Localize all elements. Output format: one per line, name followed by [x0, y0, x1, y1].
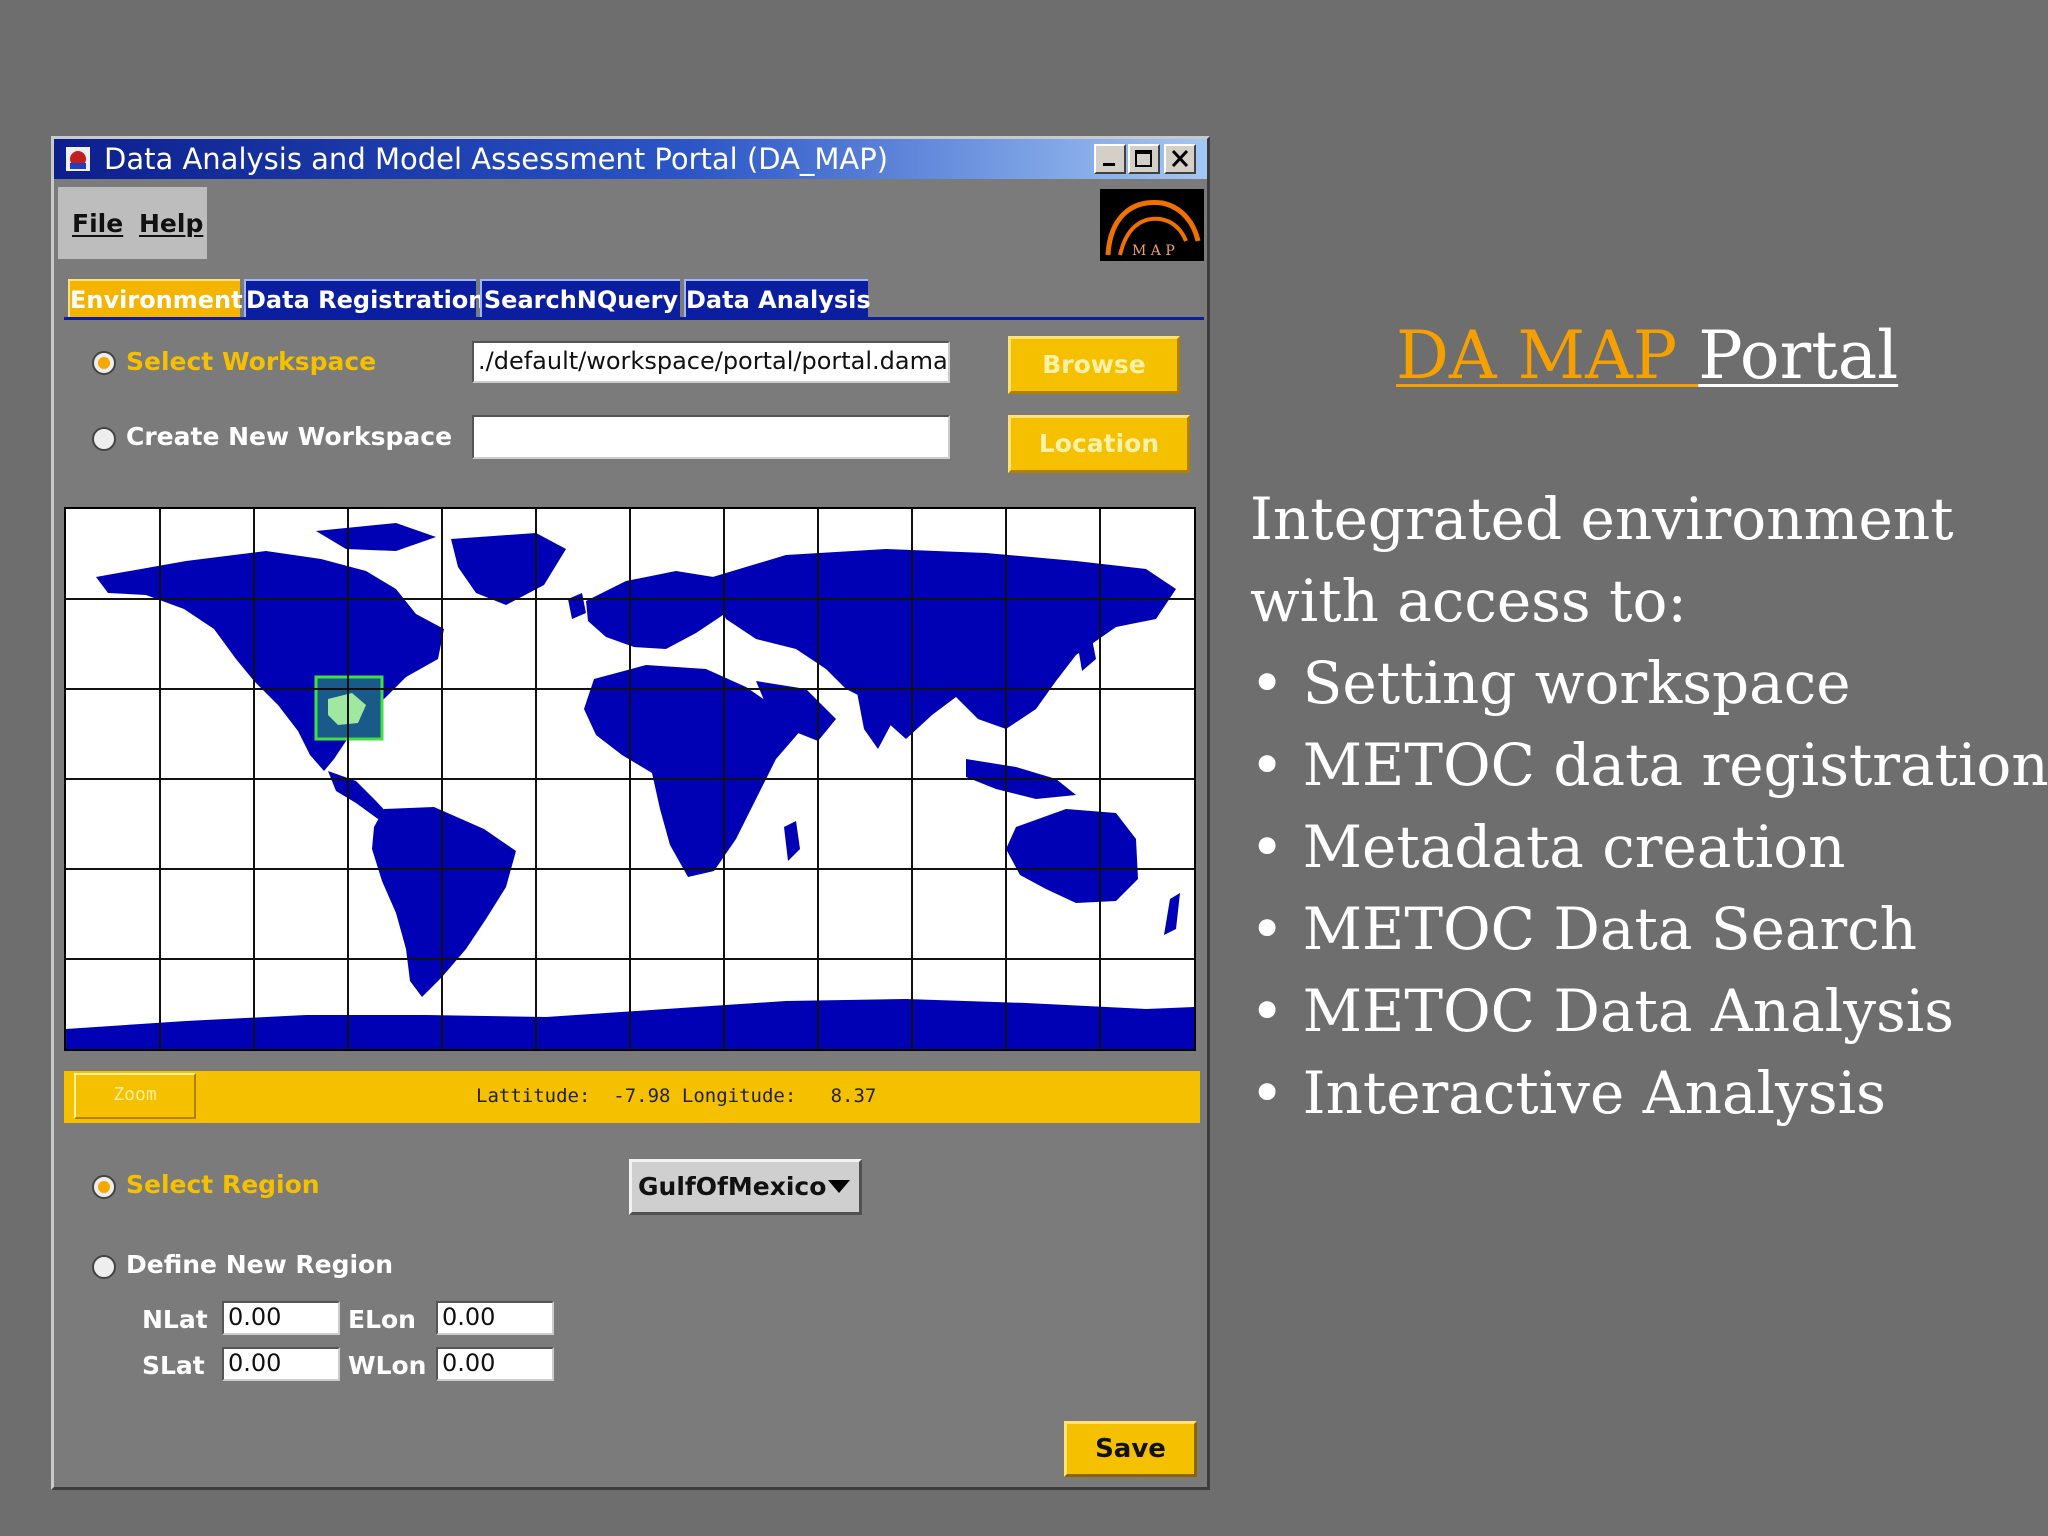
slide-body: Integrated environment with access to: S…: [1250, 478, 2048, 1134]
app-icon: [66, 147, 90, 171]
list-item: Metadata creation: [1250, 806, 2040, 888]
browse-button[interactable]: Browse: [1008, 336, 1180, 394]
coordinates-readout: Lattitude: -7.98 Longitude: 8.37: [476, 1085, 877, 1107]
select-region-radio[interactable]: [92, 1175, 116, 1199]
slide-title-portal: Portal: [1698, 317, 1899, 394]
create-workspace-radio[interactable]: [92, 427, 116, 451]
zoom-button[interactable]: Zoom: [74, 1073, 196, 1119]
region-dropdown[interactable]: GulfOfMexico: [629, 1159, 862, 1215]
close-button[interactable]: [1164, 144, 1196, 174]
location-button[interactable]: Location: [1008, 415, 1190, 473]
chevron-down-icon: [828, 1180, 850, 1193]
region-dropdown-value: GulfOfMexico: [638, 1172, 827, 1201]
new-workspace-field[interactable]: [472, 415, 950, 459]
slide-title: DA MAP Portal: [1396, 318, 1898, 394]
window-title: Data Analysis and Model Assessment Porta…: [104, 142, 889, 176]
define-region-label: Define New Region: [126, 1250, 394, 1279]
wlon-field[interactable]: 0.00: [436, 1347, 554, 1381]
create-workspace-label: Create New Workspace: [126, 422, 453, 451]
menu-file[interactable]: File: [72, 209, 123, 238]
menu-help[interactable]: Help: [139, 209, 203, 238]
slat-field[interactable]: 0.00: [222, 1347, 340, 1381]
select-workspace-radio[interactable]: [92, 351, 116, 375]
slide-title-damap: DA MAP: [1396, 317, 1699, 394]
workspace-path-field[interactable]: ./default/workspace/portal/portal.damap: [472, 341, 950, 383]
list-item: Setting workspace: [1250, 642, 2040, 724]
app-window: Data Analysis and Model Assessment Porta…: [51, 136, 1210, 1490]
tab-data-analysis[interactable]: Data Analysis: [684, 279, 871, 317]
tab-searchnquery[interactable]: SearchNQuery: [480, 279, 680, 317]
list-item: METOC Data Search: [1250, 888, 2040, 970]
maximize-button[interactable]: [1128, 144, 1160, 174]
nlat-label: NLat: [142, 1305, 208, 1334]
close-icon: [1171, 149, 1189, 168]
tab-environment[interactable]: Environment: [68, 279, 243, 317]
wlon-label: WLon: [348, 1351, 427, 1380]
menu-bar: File Help: [58, 187, 207, 259]
select-region-label: Select Region: [126, 1170, 320, 1199]
damap-logo: M A P: [1100, 189, 1204, 261]
list-item: METOC Data Analysis: [1250, 970, 2040, 1052]
map-status-bar: Zoom Lattitude: -7.98 Longitude: 8.37: [64, 1071, 1200, 1123]
list-item: Interactive Analysis: [1250, 1052, 2040, 1134]
define-region-radio[interactable]: [92, 1255, 116, 1279]
slat-label: SLat: [142, 1351, 205, 1380]
title-bar[interactable]: Data Analysis and Model Assessment Porta…: [54, 139, 1207, 179]
save-button[interactable]: Save: [1064, 1421, 1197, 1477]
feature-list: Setting workspace METOC data registratio…: [1250, 642, 2048, 1134]
elon-label: ELon: [348, 1305, 416, 1334]
minimize-icon: [1103, 163, 1115, 166]
svg-text:M A P: M A P: [1132, 243, 1175, 259]
nlat-field[interactable]: 0.00: [222, 1301, 340, 1335]
slide-intro: Integrated environment with access to:: [1250, 485, 1954, 635]
select-workspace-label: Select Workspace: [126, 347, 377, 376]
world-map[interactable]: [64, 507, 1196, 1051]
logo-swoosh-icon: M A P: [1105, 200, 1201, 259]
list-item: METOC data registration: [1250, 724, 2048, 806]
minimize-button[interactable]: [1094, 144, 1126, 174]
tab-data-registration[interactable]: Data Registration: [244, 279, 485, 317]
world-map-canvas[interactable]: [66, 509, 1194, 1049]
maximize-icon: [1135, 150, 1152, 167]
elon-field[interactable]: 0.00: [436, 1301, 554, 1335]
